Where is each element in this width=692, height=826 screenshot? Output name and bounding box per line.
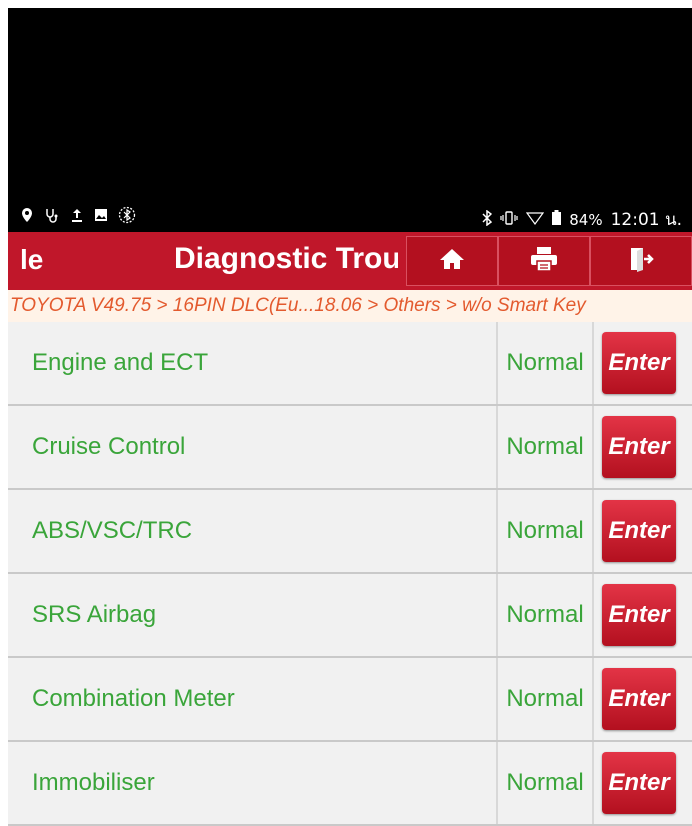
exit-button[interactable] [590, 236, 692, 286]
system-name: SRS Airbag [32, 601, 157, 628]
system-status: Normal [506, 517, 584, 544]
system-status: Normal [506, 769, 584, 796]
notification-icons [20, 206, 136, 228]
home-icon [439, 247, 465, 276]
map-pin-icon [20, 207, 34, 227]
print-button[interactable] [498, 236, 590, 286]
vibrate-icon [500, 210, 518, 229]
image-icon [94, 208, 108, 226]
divider [592, 322, 594, 404]
stethoscope-icon [44, 207, 60, 227]
system-status: Normal [506, 601, 584, 628]
enter-button[interactable]: Enter [602, 752, 676, 814]
divider [592, 658, 594, 740]
home-button[interactable] [406, 236, 498, 286]
system-status: Normal [506, 349, 584, 376]
enter-button[interactable]: Enter [602, 584, 676, 646]
divider [592, 574, 594, 656]
exit-icon [628, 246, 654, 277]
divider [592, 490, 594, 572]
system-status: Normal [506, 433, 584, 460]
previous-title-fragment: le [20, 244, 44, 275]
enter-button[interactable]: Enter [602, 332, 676, 394]
enter-button[interactable]: Enter [602, 500, 676, 562]
system-list: Engine and ECT Normal Enter Cruise Contr… [8, 322, 692, 826]
enter-button[interactable]: Enter [602, 416, 676, 478]
system-name: ABS/VSC/TRC [32, 517, 193, 544]
system-row[interactable]: Combination Meter Normal Enter [8, 658, 692, 742]
breadcrumb-path: TOYOTA V49.75 > 16PIN DLC(Eu...18.06 > O… [10, 295, 586, 316]
system-icons: 84% 12:01 น. [482, 206, 682, 233]
page-title: Diagnostic Trouble Code [174, 242, 398, 275]
wifi-icon [526, 211, 545, 229]
system-name: Combination Meter [32, 685, 235, 712]
divider [592, 742, 594, 824]
system-row[interactable]: Immobiliser Normal Enter [8, 742, 692, 826]
system-row[interactable]: Cruise Control Normal Enter [8, 406, 692, 490]
system-name: Engine and ECT [32, 349, 209, 376]
divider [592, 406, 594, 488]
header-bar: le Diagnostic Trouble Code [8, 232, 692, 290]
status-bar: 84% 12:01 น. [8, 198, 692, 232]
system-row[interactable]: SRS Airbag Normal Enter [8, 574, 692, 658]
breadcrumb: TOYOTA V49.75 > 16PIN DLC(Eu...18.06 > O… [8, 290, 692, 322]
black-area [8, 8, 692, 198]
system-name: Cruise Control [32, 433, 186, 460]
print-icon [530, 246, 558, 277]
system-row[interactable]: Engine and ECT Normal Enter [8, 322, 692, 406]
clock: 12:01 น. [610, 210, 682, 230]
system-status: Normal [506, 685, 584, 712]
battery-icon [552, 210, 562, 229]
enter-button[interactable]: Enter [602, 668, 676, 730]
bluetooth-circle-icon [118, 206, 136, 228]
upload-icon [70, 207, 84, 227]
system-name: Immobiliser [32, 769, 155, 796]
battery-percent: 84% [569, 210, 603, 229]
system-row[interactable]: ABS/VSC/TRC Normal Enter [8, 490, 692, 574]
bluetooth-icon [482, 209, 493, 230]
